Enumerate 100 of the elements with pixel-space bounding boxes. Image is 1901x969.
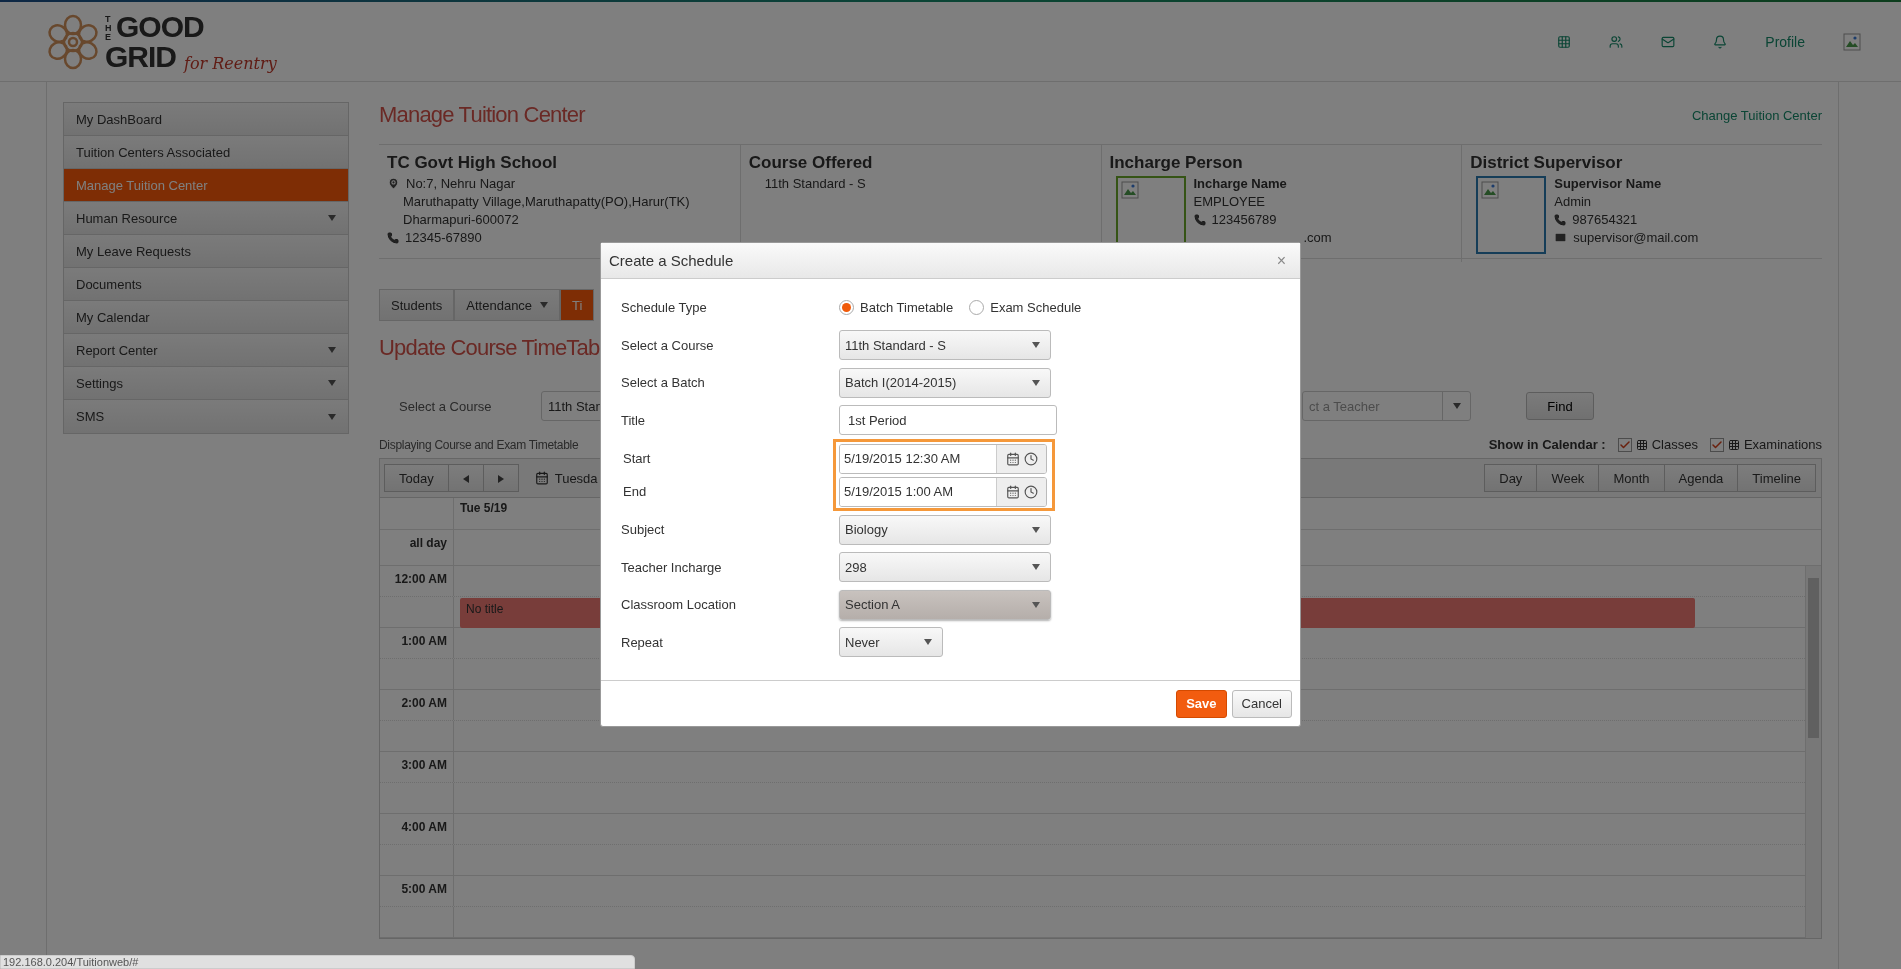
field-label: Select a Course [621, 337, 715, 353]
sidebar-item[interactable]: My DashBoard [64, 103, 348, 136]
view-button[interactable]: Timeline [1737, 464, 1816, 492]
broken-image-icon [1481, 181, 1500, 199]
next-button[interactable] [482, 464, 519, 492]
time-label: 4:00 AM [380, 814, 454, 844]
caret-icon [1032, 601, 1040, 608]
users-icon[interactable] [1609, 34, 1624, 49]
email-address: supervisor@mail.com [1573, 230, 1699, 245]
find-button[interactable]: Find [1526, 392, 1594, 420]
section-heading: Course Offered [748, 153, 874, 173]
profile-link[interactable]: Profile [1765, 33, 1805, 50]
time-label: 5:00 AM [380, 876, 454, 906]
field-label: Select a Course [399, 398, 493, 414]
display-note: Displaying Course and Exam Timetable [379, 437, 579, 452]
person-name: Incharge Name [1193, 176, 1288, 191]
select-field[interactable]: 298 [839, 552, 1051, 583]
view-button[interactable]: Agenda [1663, 464, 1739, 492]
address-line: Dharmapuri-600072 [403, 212, 519, 227]
phone-number: 987654321 [1572, 212, 1638, 227]
sidebar-item[interactable]: My Calendar [64, 301, 348, 334]
status-url: 192.168.0.204/Tuitionweb/# [0, 955, 635, 969]
mail-icon[interactable] [1661, 34, 1676, 49]
all-day-label: all day [380, 530, 454, 565]
apps-grid-icon[interactable] [1557, 34, 1572, 49]
view-button[interactable]: Month [1598, 464, 1665, 492]
sidebar-item[interactable]: Manage Tuition Center [64, 169, 348, 202]
broken-image-icon [1843, 32, 1861, 51]
sidebar-item[interactable]: Settings [64, 367, 348, 400]
caret-icon [328, 380, 336, 386]
checkbox-label: Examinations [1743, 437, 1822, 452]
save-button[interactable]: Save [1176, 689, 1227, 718]
sidebar-item[interactable]: Documents [64, 268, 348, 301]
time-label: 12:00 AM [380, 566, 454, 596]
right-arrow-icon [497, 474, 504, 483]
field-label: Classroom Location [621, 597, 737, 613]
person-role: Admin [1554, 194, 1593, 209]
clock-icon[interactable] [1023, 451, 1038, 466]
day-header: Tue 5/19 [460, 501, 508, 515]
caret-icon [328, 215, 336, 221]
sidebar-item[interactable]: Human Resource [64, 202, 348, 235]
caret-icon [1032, 379, 1040, 386]
scrollbar[interactable] [1805, 566, 1821, 938]
bell-icon[interactable] [1713, 34, 1728, 49]
logo-text: GRID [105, 41, 176, 72]
checkbox[interactable] [1709, 437, 1724, 452]
radio-label: Exam Schedule [990, 300, 1082, 316]
address-line: No:7, Nehru Nagar [406, 176, 516, 191]
field-label: Start [623, 451, 652, 466]
datetime-field[interactable]: 5/19/2015 12:30 AM [838, 443, 1047, 474]
sidebar-item[interactable]: My Leave Requests [64, 235, 348, 268]
tab[interactable]: Ti [560, 289, 595, 321]
person-name: Supervisor Name [1554, 176, 1663, 191]
time-label: 2:00 AM [380, 690, 454, 720]
today-button[interactable]: Today [384, 464, 449, 492]
sidebar-item[interactable]: SMS [64, 400, 348, 433]
phone-icon [387, 231, 399, 244]
scrollbar-thumb[interactable] [1808, 578, 1819, 738]
title-input[interactable]: 1st Period [839, 405, 1057, 436]
view-button[interactable]: Day [1484, 464, 1538, 492]
caret-icon [328, 413, 336, 420]
section-heading: Incharge Person [1109, 153, 1244, 173]
tab[interactable]: Students [379, 289, 455, 321]
flower-logo-icon [45, 13, 101, 70]
sidebar-item[interactable]: Report Center [64, 334, 348, 367]
caret-icon [540, 302, 549, 308]
calendar-icon [534, 471, 549, 485]
caret-icon [1032, 342, 1040, 349]
field-label: End [623, 484, 648, 499]
sidebar-item[interactable]: Tuition Centers Associated [64, 136, 348, 169]
show-in-calendar-label: Show in Calendar : [1488, 437, 1606, 452]
left-arrow-icon [462, 474, 469, 483]
section-heading: District Supervisor [1470, 153, 1624, 173]
section-title: Update Course TimeTab [379, 335, 600, 361]
select-field[interactable]: Never [839, 627, 943, 658]
field-label: Schedule Type [621, 300, 708, 316]
course-name: 11th Standard - S [764, 176, 866, 191]
close-button[interactable]: × [1270, 250, 1292, 271]
datetime-field[interactable]: 5/19/2015 1:00 AM [838, 476, 1047, 507]
logo-text: THE [105, 14, 113, 42]
cancel-button[interactable]: Cancel [1231, 689, 1292, 718]
calendar-icon[interactable] [1005, 451, 1020, 466]
checkbox[interactable] [1617, 437, 1632, 452]
clock-icon[interactable] [1023, 484, 1038, 499]
tab[interactable]: Attendance [454, 289, 561, 321]
change-center-link[interactable]: Change Tuition Center [1691, 108, 1822, 123]
select-field[interactable]: Batch I(2014-2015) [839, 367, 1051, 398]
select-field[interactable]: 11th Standard - S [839, 330, 1051, 361]
select-field[interactable]: Section A [839, 589, 1051, 620]
phone-number: 123456789 [1211, 212, 1277, 227]
calendar-icon[interactable] [1005, 484, 1020, 499]
dialog-title: Create a Schedule [609, 252, 734, 269]
time-label: 1:00 AM [380, 628, 454, 658]
select-field[interactable]: Biology [839, 514, 1051, 545]
checkbox-label: Classes [1651, 437, 1698, 452]
previous-button[interactable] [447, 464, 484, 492]
location-pin-icon [387, 177, 400, 190]
email-address: .com [1303, 230, 1332, 245]
view-button[interactable]: Week [1536, 464, 1600, 492]
address-line: Maruthapatty Village,Maruthapatty(PO),Harur(TK) [403, 194, 690, 209]
